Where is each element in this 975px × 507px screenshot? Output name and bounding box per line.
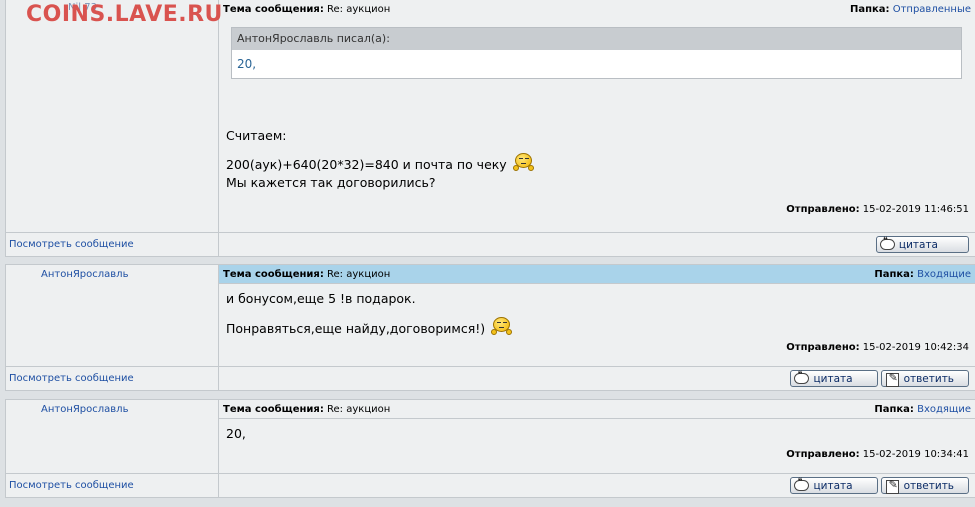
sent-info: Отправлено: 15-02-2019 10:42:34 bbox=[219, 342, 975, 353]
sent-info: Отправлено: 15-02-2019 10:34:41 bbox=[219, 449, 975, 460]
reply-button-label: ответить bbox=[903, 479, 954, 492]
message-line: 20, bbox=[226, 426, 246, 441]
message-line: 200(аук)+640(20*32)=840 и почта по чеку bbox=[226, 157, 507, 172]
message-body: Тема сообщения: Re: аукцион Папка: Отпра… bbox=[219, 0, 975, 232]
reply-button[interactable]: ответить bbox=[880, 477, 969, 494]
message-text: и бонусом,еще 5 !в подарок. Понравяться,… bbox=[219, 290, 975, 338]
author-column: АнтонЯрославль bbox=[6, 400, 219, 473]
sent-label: Отправлено: bbox=[786, 204, 860, 215]
sent-info: Отправлено: 15-02-2019 11:46:51 bbox=[219, 204, 975, 215]
quote-header: АнтонЯрославль писал(а): bbox=[232, 28, 961, 50]
message-footer: Посмотреть сообщение цитата ответить bbox=[6, 366, 975, 391]
sent-date: 15-02-2019 10:42:34 bbox=[862, 342, 969, 353]
author-link[interactable]: АнтонЯрославль bbox=[6, 400, 218, 415]
folder-link[interactable]: Отправленные bbox=[893, 4, 971, 15]
quote-button[interactable]: цитата bbox=[790, 477, 878, 494]
subject-value: Re: аукцион bbox=[327, 268, 391, 280]
quote-button-label: цитата bbox=[813, 479, 853, 492]
folder-link[interactable]: Входящие bbox=[917, 269, 971, 280]
folder-label: Папка: bbox=[874, 268, 914, 280]
subject-value: Re: аукцион bbox=[327, 403, 391, 415]
folder-link[interactable]: Входящие bbox=[917, 404, 971, 415]
smiley-icon bbox=[491, 317, 513, 337]
subject-label: Тема сообщения: bbox=[223, 268, 324, 280]
message-body: Тема сообщения: Re: аукцион Папка: Входя… bbox=[219, 265, 975, 366]
reply-icon bbox=[884, 478, 900, 494]
author-link[interactable]: АнтонЯрославль bbox=[6, 265, 218, 280]
message-2: АнтонЯрославль Тема сообщения: Re: аукци… bbox=[5, 264, 975, 391]
message-footer: Посмотреть сообщение цитата ответить bbox=[6, 473, 975, 498]
message-header: Тема сообщения: Re: аукцион Папка: Отпра… bbox=[219, 0, 975, 19]
sent-date: 15-02-2019 11:46:51 bbox=[862, 204, 969, 215]
sent-label: Отправлено: bbox=[786, 449, 860, 460]
message-line: и бонусом,еще 5 !в подарок. bbox=[226, 291, 416, 306]
message-body: Тема сообщения: Re: аукцион Папка: Входя… bbox=[219, 400, 975, 473]
message-line: Понравяться,еще найду,договоримся!) bbox=[226, 321, 486, 336]
message-header: Тема сообщения: Re: аукцион Папка: Входя… bbox=[219, 400, 975, 419]
view-message-link[interactable]: Посмотреть сообщение bbox=[9, 239, 134, 250]
smiley-icon bbox=[512, 153, 535, 173]
quote-text: 20, bbox=[237, 57, 257, 71]
quote-icon bbox=[793, 477, 810, 492]
author-column: АнтонЯрославль bbox=[6, 265, 219, 366]
message-line: Считаем: bbox=[226, 128, 287, 143]
subject-label: Тема сообщения: bbox=[223, 403, 324, 415]
reply-button-label: ответить bbox=[903, 372, 954, 385]
quote-button-label: цитата bbox=[898, 238, 938, 251]
message-footer: Посмотреть сообщение цитата bbox=[6, 232, 975, 257]
folder-label: Папка: bbox=[849, 4, 890, 15]
message-header: Тема сообщения: Re: аукцион Папка: Входя… bbox=[219, 265, 975, 284]
message-3: АнтонЯрославль Тема сообщения: Re: аукци… bbox=[5, 399, 975, 498]
subject-label: Тема сообщения: bbox=[223, 4, 324, 15]
reply-icon bbox=[884, 371, 900, 387]
quote-icon bbox=[793, 370, 810, 385]
folder-label: Папка: bbox=[874, 403, 914, 415]
quote-box: АнтонЯрославль писал(а): 20, bbox=[231, 27, 962, 79]
quote-icon bbox=[879, 236, 895, 251]
sent-date: 15-02-2019 10:34:41 bbox=[862, 449, 969, 460]
quote-button-label: цитата bbox=[813, 372, 853, 385]
view-message-link[interactable]: Посмотреть сообщение bbox=[9, 373, 134, 384]
reply-button[interactable]: ответить bbox=[880, 370, 969, 387]
subject-value: Re: аукцион bbox=[327, 4, 391, 15]
quote-button[interactable]: цитата bbox=[875, 236, 969, 253]
message-text: 20, bbox=[219, 425, 975, 443]
view-message-link[interactable]: Посмотреть сообщение bbox=[9, 480, 134, 491]
message-line: Мы кажется так договорились? bbox=[226, 175, 436, 190]
site-watermark: COINS.LAVE.RU bbox=[26, 2, 223, 27]
message-1: Nil 73 Тема сообщения: Re: аукцион Папка… bbox=[5, 0, 975, 257]
sent-label: Отправлено: bbox=[786, 342, 860, 353]
quote-button[interactable]: цитата bbox=[790, 370, 878, 387]
message-text: Считаем: 200(аук)+640(20*32)=840 и почта… bbox=[219, 127, 975, 192]
author-column: Nil 73 bbox=[6, 0, 219, 232]
